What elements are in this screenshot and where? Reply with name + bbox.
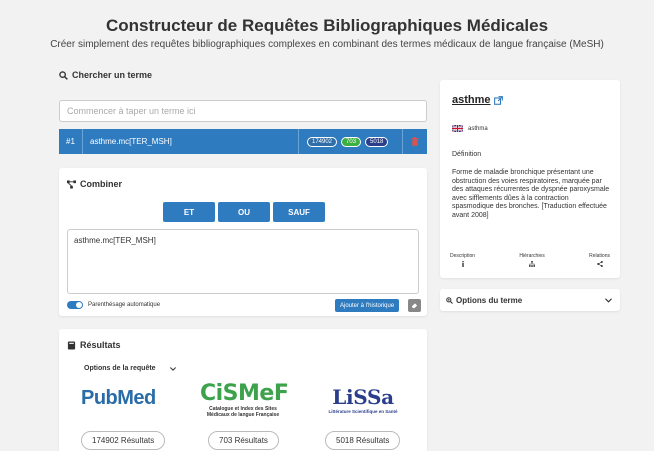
search-icon (59, 70, 68, 80)
eraser-icon (411, 303, 418, 309)
term-options-panel[interactable]: Options du terme (440, 289, 620, 311)
pubmed-logo[interactable]: PubMed (81, 387, 169, 415)
pubmed-logo-text: PubMed (81, 387, 156, 409)
term-options-label: Options du terme (456, 295, 523, 305)
book-icon (67, 340, 76, 350)
not-button[interactable]: SAUF (273, 202, 325, 222)
term-query[interactable]: asthme.mc[TER_MSH] (83, 129, 299, 154)
tab-description-label: Description (450, 253, 476, 259)
or-button[interactable]: OU (218, 202, 270, 222)
combine-panel: Combiner ET OU SAUF asthme.mc[TER_MSH] P… (59, 168, 427, 316)
combine-heading: Combiner (67, 179, 122, 189)
tab-relations-label: Relations (589, 253, 610, 259)
term-detail-title[interactable]: asthme (452, 94, 503, 106)
add-to-history-button[interactable]: Ajouter à l'historique (335, 299, 400, 312)
search-section: Chercher un terme #1 asthme.mc[TER_MSH] … (59, 70, 427, 158)
term-detail-tabs: Description Hiérarchies Relations (450, 253, 610, 267)
results-heading: Résultats (67, 340, 121, 350)
cismef-logo-subtitle: Catalogue et Index des Sites Médicaux de… (206, 406, 280, 418)
query-textarea[interactable]: asthme.mc[TER_MSH] (67, 229, 419, 294)
clear-query-button[interactable] (408, 299, 421, 312)
term-detail-title-text: asthme (452, 94, 491, 106)
search-input[interactable] (59, 100, 427, 122)
results-panel: Résultats Options de la requête PubMed C… (59, 329, 427, 451)
sitemap-icon (529, 261, 536, 267)
cismef-results-button[interactable]: 703 Résultats (208, 431, 279, 450)
term-count-badges: 174902 703 5018 (299, 129, 403, 154)
chevron-down-icon (169, 367, 176, 371)
lissa-count-badge: 5018 (365, 136, 389, 147)
pubmed-count-badge: 174902 (307, 136, 338, 147)
search-heading-label: Chercher un terme (72, 70, 153, 80)
external-link-icon (493, 95, 503, 105)
definition-text: Forme de maladie bronchique présentant u… (452, 169, 610, 219)
term-index: #1 (59, 129, 83, 154)
page-title: Constructeur de Requêtes Bibliographique… (105, 16, 549, 35)
uk-flag-icon (452, 125, 463, 132)
cismef-count-badge: 703 (341, 136, 362, 147)
auto-parenthesis-label: Parenthésage automatique (88, 302, 161, 308)
chevron-down-icon (605, 297, 612, 303)
pubmed-results-button[interactable]: 174902 Résultats (81, 431, 166, 450)
lissa-logo[interactable]: LiSSa Littérature Scientifique en Santé (316, 385, 410, 414)
and-button[interactable]: ET (163, 202, 215, 222)
tab-description[interactable]: Description (450, 253, 475, 267)
project-diagram-icon (67, 179, 76, 189)
cismef-logo[interactable]: CiSMeF Catalogue et Index des Sites Médi… (200, 381, 289, 418)
query-options-dropdown[interactable]: Options de la requête (84, 365, 176, 372)
info-icon (461, 261, 464, 267)
lissa-logo-text: LiSSa (332, 385, 394, 409)
term-detail-card: asthme asthma Définition Forme de maladi… (440, 80, 620, 278)
query-options-label: Options de la requête (84, 365, 156, 372)
delete-term-button[interactable] (403, 137, 427, 146)
lissa-logo-subtitle: Littérature Scientifique en Santé (328, 409, 398, 414)
share-icon (596, 261, 603, 267)
operator-buttons: ET OU SAUF (163, 202, 325, 222)
definition-heading: Définition (452, 151, 482, 158)
cismef-logo-text: CiSMeF (200, 381, 289, 406)
combine-heading-label: Combiner (80, 179, 123, 189)
trash-icon (411, 137, 419, 146)
lissa-results-button[interactable]: 5018 Résultats (325, 431, 401, 450)
term-row[interactable]: #1 asthme.mc[TER_MSH] 174902 703 5018 (59, 129, 427, 154)
search-heading: Chercher un terme (59, 70, 427, 80)
tab-relations[interactable]: Relations (589, 253, 610, 267)
english-term-label: asthma (468, 125, 488, 132)
results-heading-label: Résultats (80, 340, 121, 350)
auto-parenthesis-toggle[interactable] (67, 301, 83, 309)
term-options-heading: Options du terme (446, 296, 522, 305)
english-term-row: asthma (452, 125, 488, 132)
search-plus-icon (446, 296, 453, 304)
tab-hierarchies-label: Hiérarchies (519, 253, 545, 259)
tab-hierarchies[interactable]: Hiérarchies (519, 253, 545, 267)
page-subtitle: Créer simplement des requêtes bibliograp… (50, 39, 604, 50)
auto-parenthesis-row: Parenthésage automatique (67, 301, 160, 309)
